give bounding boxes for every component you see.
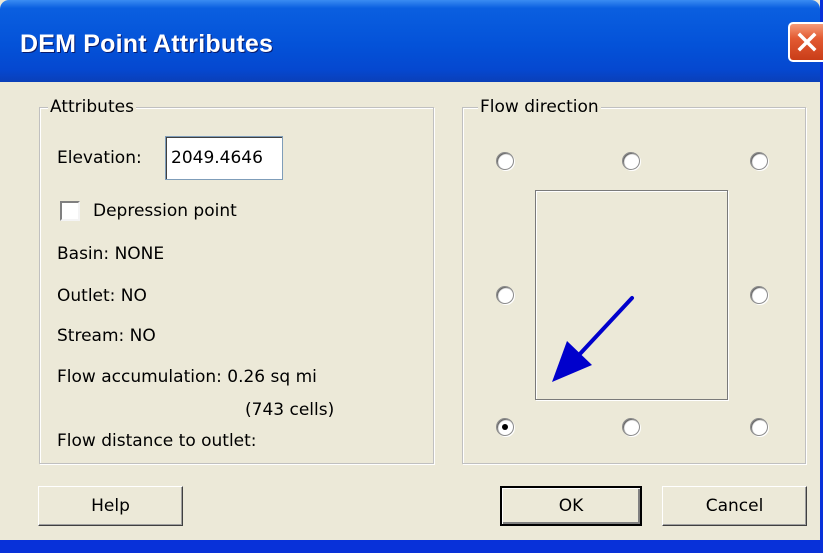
flow-direction-preview — [535, 190, 728, 400]
flow-distance-label: Flow distance to outlet: — [57, 431, 257, 451]
stream-label: Stream: NO — [57, 326, 156, 346]
flow-radio-north[interactable] — [622, 152, 640, 170]
flow-radio-south[interactable] — [622, 418, 640, 436]
flow-arrow-icon — [552, 296, 634, 382]
elevation-label: Elevation: — [57, 148, 142, 168]
help-button[interactable]: Help — [38, 486, 183, 526]
basin-label: Basin: NONE — [57, 244, 165, 264]
flow-radio-west[interactable] — [496, 286, 514, 304]
elevation-input[interactable] — [165, 136, 283, 180]
depression-point-checkbox[interactable] — [60, 201, 80, 221]
ok-button[interactable]: OK — [500, 486, 642, 526]
depression-point-label[interactable]: Depression point — [93, 200, 237, 222]
title-bar[interactable]: DEM Point Attributes — [0, 0, 823, 82]
flow-direction-group-label: Flow direction — [478, 96, 601, 118]
close-button[interactable] — [788, 22, 823, 62]
attributes-group-label: Attributes — [48, 96, 136, 118]
outlet-label: Outlet: NO — [57, 286, 147, 306]
flow-radio-northeast[interactable] — [750, 152, 768, 170]
flow-radio-southeast[interactable] — [750, 418, 768, 436]
dialog-window: DEM Point Attributes Attributes Elevatio… — [0, 0, 823, 553]
flow-radio-northwest[interactable] — [496, 152, 514, 170]
window-bottom-border — [0, 540, 823, 553]
flow-accumulation-label: Flow accumulation: 0.26 sq mi — [57, 367, 317, 387]
cancel-button[interactable]: Cancel — [662, 486, 807, 526]
flow-radio-east[interactable] — [750, 286, 768, 304]
flow-cells-label: (743 cells) — [245, 400, 335, 420]
window-title: DEM Point Attributes — [20, 30, 274, 58]
flow-radio-southwest[interactable] — [496, 418, 514, 436]
